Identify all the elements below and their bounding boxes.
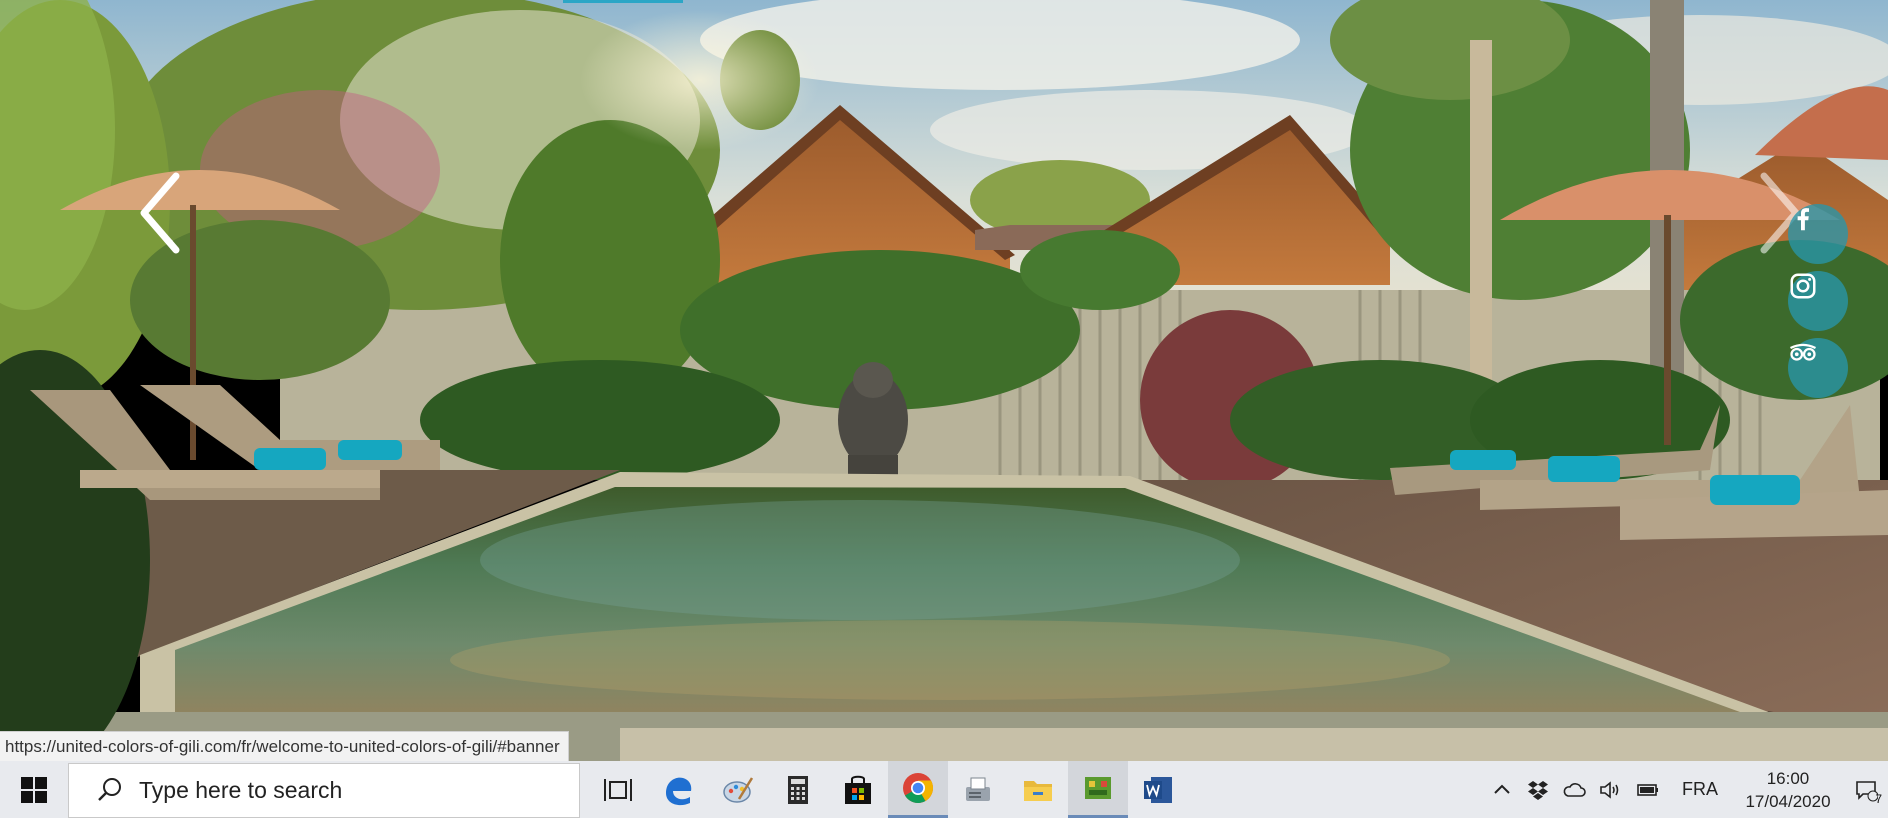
clock[interactable]: 16:00 17/04/2020	[1732, 761, 1844, 818]
taskbar-search-input[interactable]: Type here to search	[68, 762, 580, 818]
word-icon	[1144, 776, 1172, 803]
task-view-icon	[604, 778, 632, 801]
chrome-icon	[903, 773, 933, 804]
slider-prev-button[interactable]	[132, 168, 192, 258]
windows-icon	[21, 776, 47, 803]
show-hidden-icons-button[interactable]	[1484, 761, 1520, 818]
chrome-button[interactable]	[888, 761, 948, 818]
notification-count: 7	[1875, 792, 1882, 806]
tripadvisor-link[interactable]	[1788, 338, 1848, 398]
status-bar-url: https://united-colors-of-gili.com/fr/wel…	[0, 731, 569, 761]
chevron-up-icon	[1494, 784, 1510, 794]
chevron-left-icon	[140, 172, 180, 254]
onedrive-tray[interactable]	[1556, 761, 1592, 818]
store-icon	[845, 775, 871, 804]
start-button[interactable]	[0, 761, 68, 818]
word-button[interactable]	[1128, 761, 1188, 818]
search-placeholder: Type here to search	[139, 776, 343, 803]
calculator-icon	[788, 775, 808, 804]
hero-banner: https://united-colors-of-gili.com/fr/wel…	[0, 0, 1888, 761]
fax-icon	[966, 777, 990, 801]
facebook-link[interactable]	[1788, 204, 1848, 264]
cloud-icon	[1563, 782, 1586, 797]
tripadvisor-icon	[1789, 343, 1817, 361]
store-button[interactable]	[828, 761, 888, 818]
calculator-button[interactable]	[768, 761, 828, 818]
taskbar: Type here to search FRA 16:00 17/04/2020…	[0, 761, 1888, 818]
app-icon	[1085, 777, 1111, 799]
paint-icon	[723, 776, 754, 803]
clock-date: 17/04/2020	[1745, 791, 1831, 811]
dropbox-icon	[1528, 780, 1548, 800]
action-center-button[interactable]: 7	[1844, 761, 1888, 818]
file-explorer-button[interactable]	[1008, 761, 1068, 818]
edge-icon	[666, 777, 692, 805]
folder-icon	[1024, 780, 1052, 801]
dropbox-tray[interactable]	[1520, 761, 1556, 818]
volume-tray[interactable]	[1592, 761, 1628, 818]
app-green-button[interactable]	[1068, 761, 1128, 818]
instagram-link[interactable]	[1788, 271, 1848, 331]
system-tray: FRA 16:00 17/04/2020 7	[1484, 761, 1888, 818]
search-icon	[98, 778, 121, 801]
paint-button[interactable]	[708, 761, 768, 818]
progress-strip	[563, 0, 683, 3]
pool-photo	[0, 0, 1888, 761]
edge-button[interactable]	[648, 761, 708, 818]
instagram-icon	[1790, 273, 1816, 299]
volume-icon	[1600, 780, 1619, 799]
battery-icon	[1637, 783, 1658, 796]
language-indicator[interactable]: FRA	[1668, 761, 1732, 818]
facebook-icon	[1797, 208, 1809, 231]
fax-button[interactable]	[948, 761, 1008, 818]
battery-tray[interactable]	[1628, 761, 1668, 818]
task-view-button[interactable]	[588, 761, 648, 818]
clock-time: 16:00	[1766, 768, 1810, 788]
